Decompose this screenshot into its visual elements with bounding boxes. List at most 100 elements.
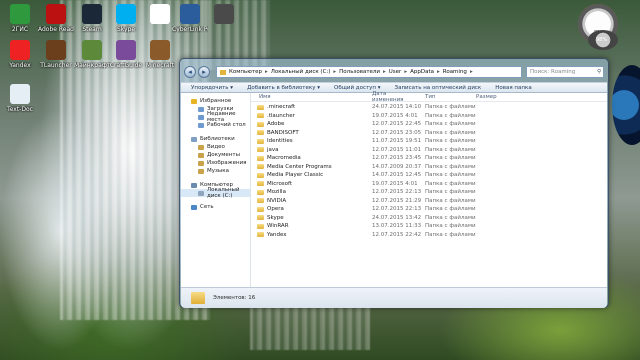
nav-libraries-label: Библиотеки	[200, 136, 235, 142]
toolbar-button[interactable]: Новая папка	[495, 85, 531, 91]
table-row[interactable]: Identities 11.07.2015 19:51 Папка с файлам…	[251, 137, 607, 146]
nav-item[interactable]: Музыка	[181, 167, 250, 175]
folder-icon	[257, 104, 264, 110]
table-row[interactable]: Opera 12.07.2015 22:13 Папка с файлами	[251, 205, 607, 214]
desktop-icon[interactable]: Adobe Reader X	[38, 4, 74, 33]
forward-button[interactable]: ▸	[198, 66, 210, 78]
details-pane: Элементов: 16	[181, 287, 607, 308]
file-name: java	[267, 146, 279, 153]
chevron-right-icon[interactable]: ▸	[437, 69, 440, 75]
table-row[interactable]: Media Center Programs 14.07.2009 20:37 Пап…	[251, 163, 607, 172]
nav-item[interactable]: Локальный диск (C:)	[181, 187, 250, 199]
table-row[interactable]: Skype 24.07.2015 13:42 Папка с файлами	[251, 214, 607, 223]
chevron-right-icon[interactable]: ▸	[383, 69, 386, 75]
table-row[interactable]: Media Player Classic 14.07.2015 12:45 Папк…	[251, 171, 607, 180]
table-row[interactable]: .minecraft 24.07.2015 14:10 Папка с файлам…	[251, 103, 607, 112]
chevron-right-icon[interactable]: ▸	[404, 69, 407, 75]
breadcrumb-item[interactable]: Пользователи	[339, 69, 380, 75]
folder-icon	[257, 147, 264, 153]
file-name: Macromedia	[267, 155, 301, 162]
breadcrumb-item[interactable]: Локальный диск (C:)	[271, 69, 331, 75]
table-row[interactable]: Adobe 12.07.2015 22:45 Папка с файлами	[251, 120, 607, 129]
file-name-cell: Media Player Classic	[251, 172, 364, 178]
table-row[interactable]: java 12.07.2015 11:01 Папка с файлами	[251, 146, 607, 155]
desktop-icon[interactable]: Text-Doc	[2, 84, 38, 113]
desktop-icon[interactable]: Minecraft	[142, 40, 178, 69]
breadcrumb-item[interactable]: AppData	[410, 69, 434, 75]
breadcrumb-item[interactable]: Компьютер	[229, 69, 262, 75]
nav-favorites-label: Избранное	[200, 98, 232, 104]
file-name: Adobe	[267, 121, 285, 128]
search-input[interactable]: Поиск: Roaming ⚲	[526, 66, 604, 78]
app-icon	[150, 40, 170, 60]
search-icon: ⚲	[596, 69, 601, 75]
nav-item[interactable]: Рабочий стол	[181, 121, 250, 129]
desktop-icon[interactable]: Steam	[74, 4, 110, 33]
file-name-cell: Microsoft	[251, 181, 364, 187]
file-name-cell: WinRAR	[251, 223, 364, 229]
chevron-right-icon[interactable]: ▸	[470, 69, 473, 75]
toolbar-button[interactable]: Общий доступ ▾	[334, 85, 381, 91]
nav-item[interactable]: Документы	[181, 151, 250, 159]
nav-favorites[interactable]: Избранное	[181, 97, 250, 105]
file-date: 24.07.2015 13:42	[372, 214, 422, 221]
file-date: 11.07.2015 19:51	[372, 138, 422, 145]
file-list: Имя Дата изменения Тип Размер .minecraft…	[251, 91, 607, 293]
file-type: Папка с файлами	[425, 231, 476, 238]
app-icon	[82, 4, 102, 24]
desktop-icon[interactable]: Yandex	[2, 40, 38, 69]
desktop-icon[interactable]: Skype	[108, 4, 144, 33]
ram-meter-gadget[interactable]: 98%	[588, 30, 618, 50]
desktop-icon[interactable]: CyberLink PowerDVD	[172, 4, 208, 33]
table-row[interactable]: .tlauncher 19.07.2015 4:01 Папка с файлами	[251, 112, 607, 121]
table-row[interactable]: Macromedia 12.07.2015 23:45 Папка с файлам…	[251, 154, 607, 163]
folder-icon	[257, 138, 264, 144]
back-button[interactable]: ◂	[184, 66, 196, 78]
file-name: Mozilla	[267, 189, 286, 196]
desktop-icon[interactable]: CraftGuide	[108, 40, 144, 69]
file-name-cell: Identities	[251, 138, 364, 144]
nav-libraries[interactable]: Библиотеки	[181, 135, 250, 143]
nav-item[interactable]: Видео	[181, 143, 250, 151]
file-date: 12.07.2015 11:01	[372, 146, 422, 153]
nav-network[interactable]: Сеть	[181, 203, 250, 211]
folder-icon	[257, 198, 264, 204]
table-row[interactable]: Microsoft 19.07.2015 4:01 Папка с файлами	[251, 180, 607, 189]
app-icon	[46, 4, 66, 24]
chevron-right-icon[interactable]: ▸	[333, 69, 336, 75]
toolbar-button[interactable]: Упорядочить ▾	[191, 85, 233, 91]
address-bar[interactable]: Компьютер ▸ Локальный диск (C:) ▸ Пользовате…	[216, 66, 522, 78]
file-name-cell: Opera	[251, 206, 364, 212]
table-row[interactable]: NVIDIA 12.07.2015 21:29 Папка с файлами	[251, 197, 607, 206]
file-type: Папка с файлами	[425, 223, 476, 230]
table-row[interactable]: Mozilla 12.07.2015 22:13 Папка с файлами	[251, 188, 607, 197]
chevron-right-icon[interactable]: ▸	[265, 69, 268, 75]
table-row[interactable]: WinRAR 13.07.2015 11:33 Папка с файлами	[251, 222, 607, 231]
desktop-icon-label: Adobe Reader X	[38, 26, 74, 33]
folder-icon	[257, 121, 264, 127]
breadcrumb-item[interactable]: Roaming	[443, 69, 467, 75]
desktop-icon[interactable]: Майнкрафт	[74, 40, 110, 69]
clock-gadget[interactable]	[612, 65, 640, 145]
toolbar-button[interactable]: Добавить в библиотеку ▾	[247, 85, 320, 91]
column-date[interactable]: Дата изменения	[364, 91, 417, 103]
column-size[interactable]: Размер	[468, 94, 508, 100]
desktop-icon[interactable]: 2ГИС	[2, 4, 38, 33]
folder-icon	[198, 168, 204, 174]
desktop-icon-label: TLauncher	[40, 62, 72, 69]
nav-item[interactable]: Недавние места	[181, 111, 250, 123]
desktop-icon[interactable]	[206, 4, 242, 26]
nav-item[interactable]: Изображения	[181, 159, 250, 167]
item-count: Элементов: 16	[213, 295, 256, 301]
table-row[interactable]: Yandex 12.07.2015 22:42 Папка с файлами	[251, 231, 607, 240]
search-placeholder: Поиск: Roaming	[530, 69, 576, 75]
column-name[interactable]: Имя	[251, 94, 364, 100]
breadcrumb-item[interactable]: User	[389, 69, 402, 75]
table-row[interactable]: BANDISOFT 12.07.2015 23:05 Папка с файлами	[251, 129, 607, 138]
column-type[interactable]: Тип	[417, 94, 468, 100]
desktop-icon-label: Steam	[82, 26, 102, 33]
toolbar-button[interactable]: Записать на оптический диск	[395, 85, 482, 91]
star-icon	[191, 98, 197, 104]
desktop-icon[interactable]: TLauncher	[38, 40, 74, 69]
content-area: Избранное Загрузки Недавние места Рабочий …	[181, 91, 607, 293]
